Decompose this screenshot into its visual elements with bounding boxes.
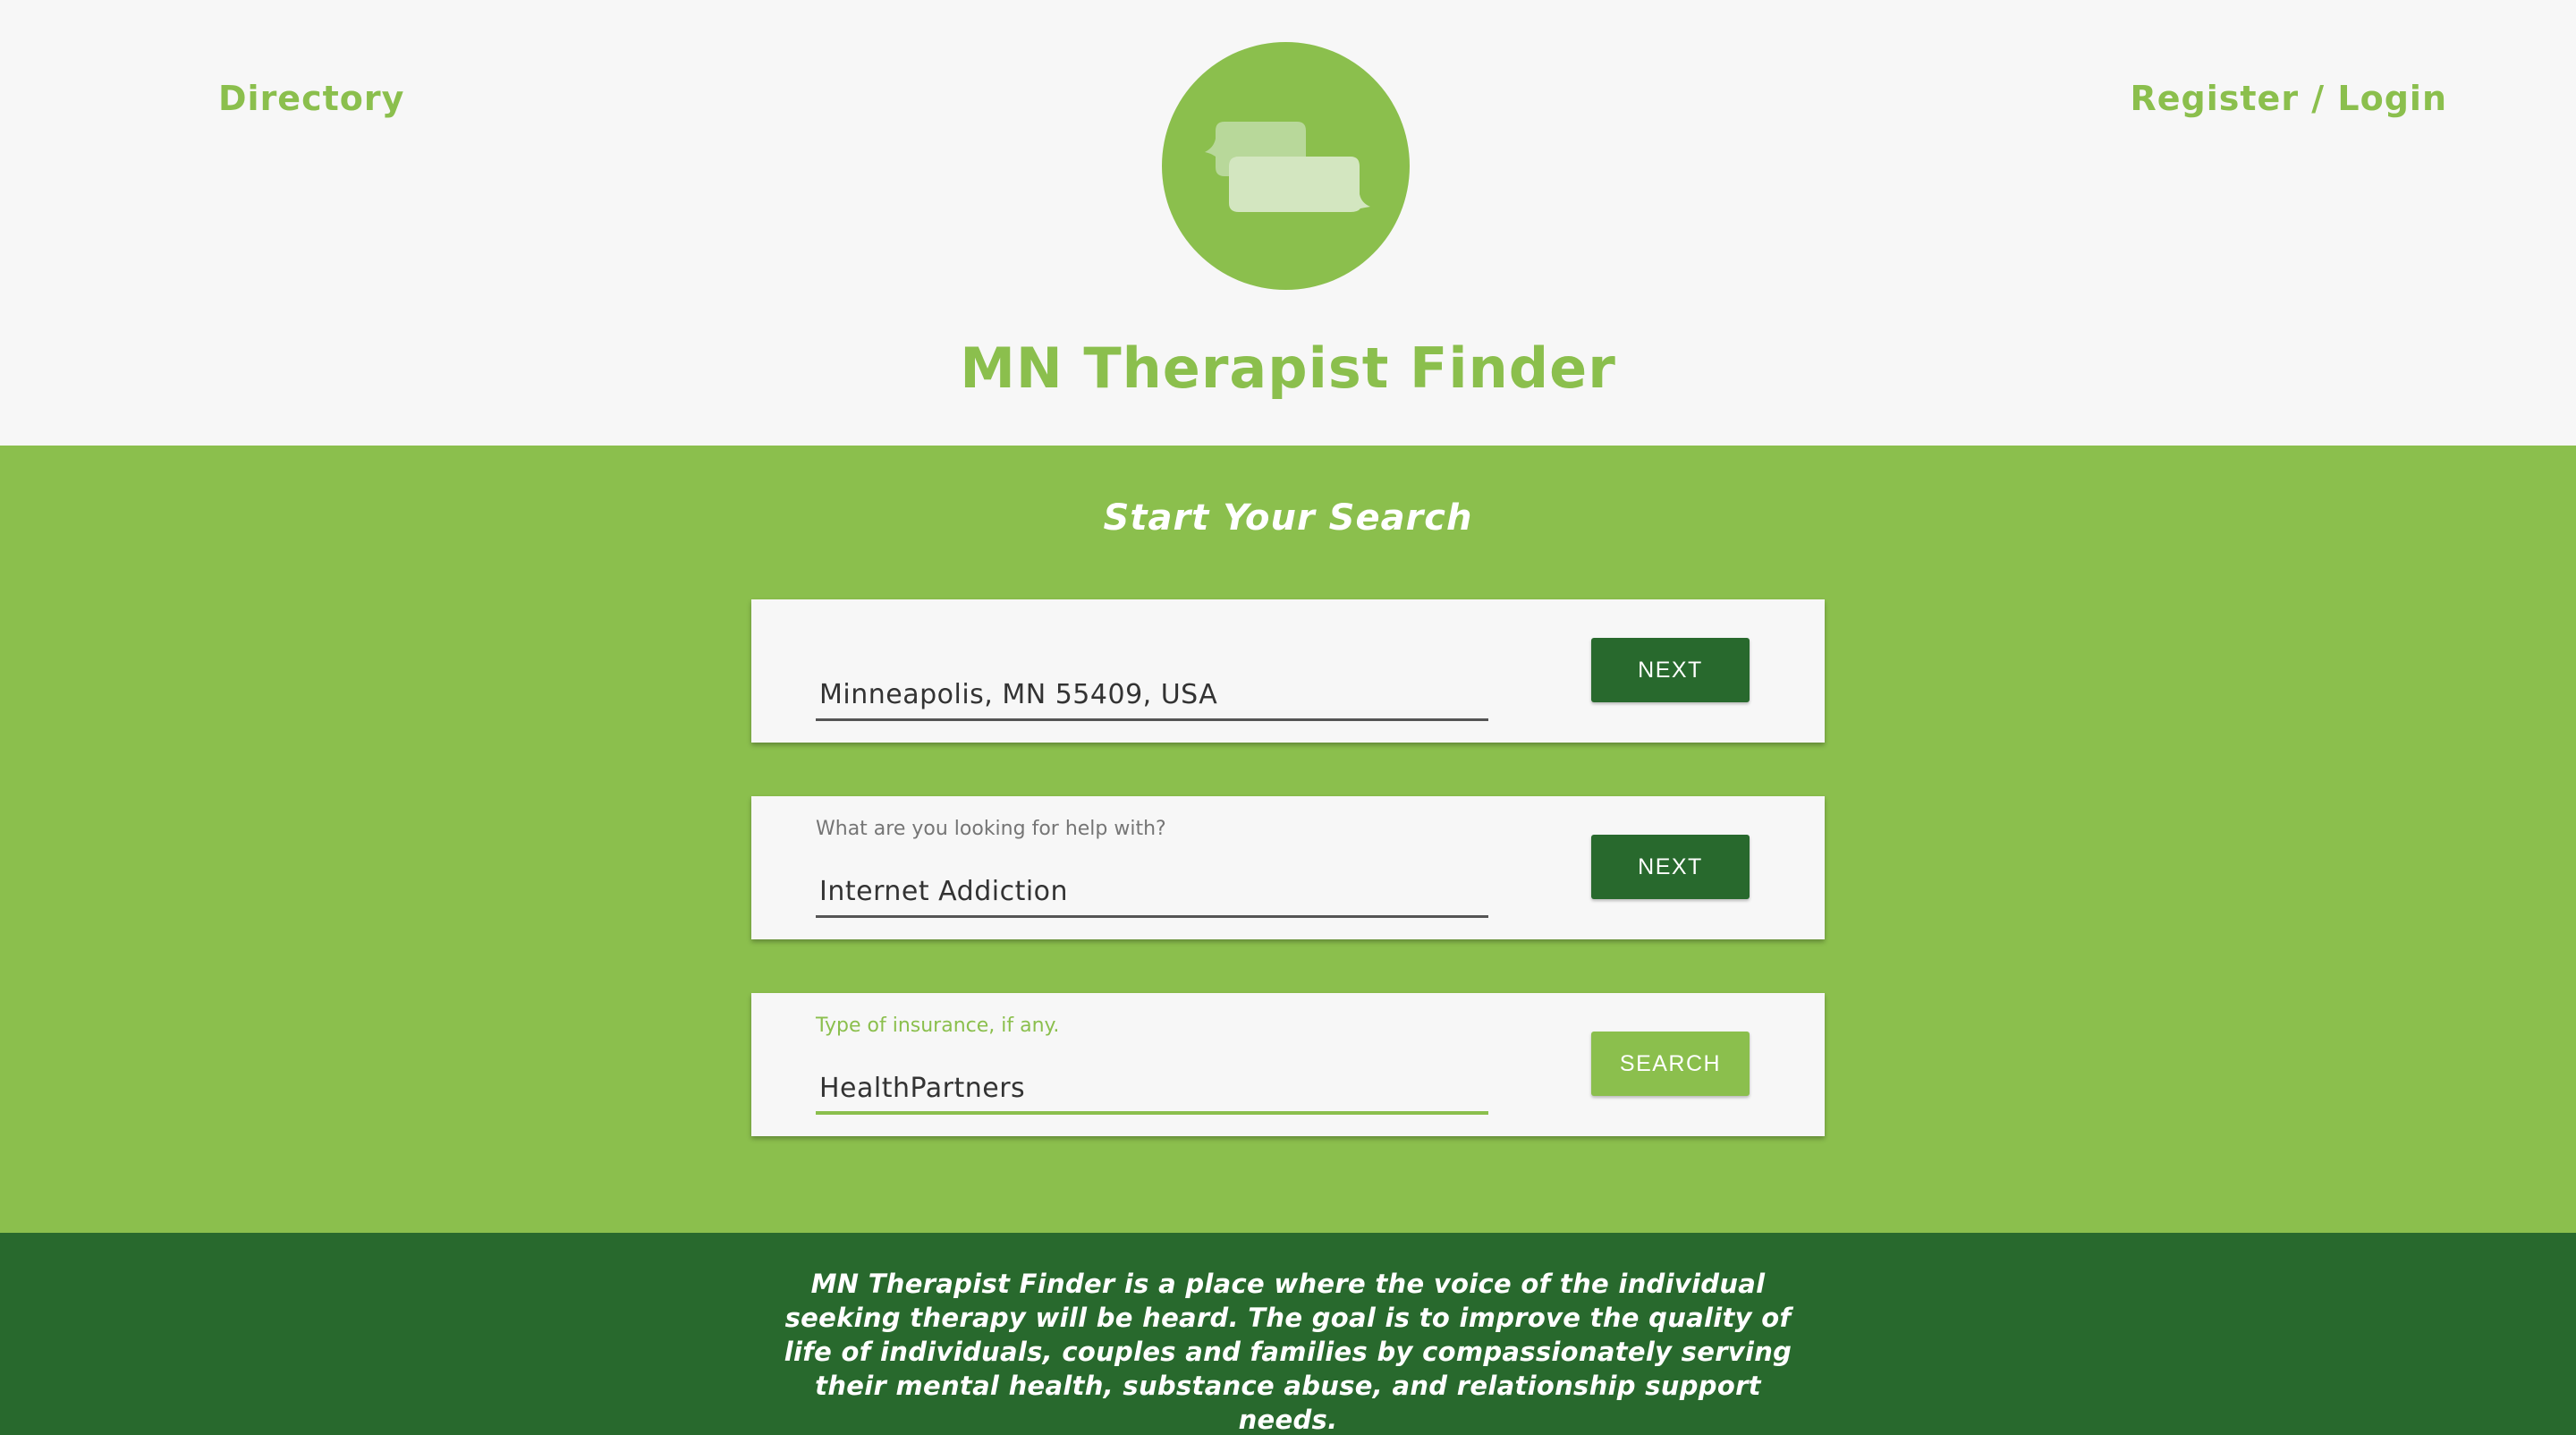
location-field[interactable]: Minneapolis, MN 55409, USA: [816, 621, 1488, 721]
location-input[interactable]: Minneapolis, MN 55409, USA: [819, 679, 1217, 710]
site-logo[interactable]: [1162, 42, 1410, 290]
help-topic-field[interactable]: What are you looking for help with? Inte…: [816, 818, 1488, 918]
location-underline: [816, 718, 1488, 721]
help-topic-card: What are you looking for help with? Inte…: [751, 796, 1825, 939]
site-footer: MN Therapist Finder is a place where the…: [0, 1233, 2576, 1435]
insurance-card: Type of insurance, if any. HealthPartner…: [751, 993, 1825, 1136]
insurance-input[interactable]: HealthPartners: [819, 1073, 1025, 1104]
location-next-button[interactable]: NEXT: [1591, 638, 1750, 702]
site-header: Directory MN Therapist Finder Register /…: [0, 0, 2576, 446]
site-title: MN Therapist Finder: [960, 335, 1616, 401]
search-heading: Start Your Search: [1103, 497, 1473, 539]
register-login-link[interactable]: Register / Login: [2131, 79, 2448, 118]
location-card: Minneapolis, MN 55409, USA NEXT: [751, 599, 1825, 743]
help-topic-underline: [816, 915, 1488, 918]
search-section: Start Your Search Minneapolis, MN 55409,…: [0, 446, 2576, 1233]
directory-link[interactable]: Directory: [218, 79, 404, 118]
mission-statement: MN Therapist Finder is a place where the…: [784, 1269, 1792, 1435]
help-topic-input[interactable]: Internet Addiction: [819, 876, 1068, 907]
chat-bubbles-icon: [1205, 122, 1370, 212]
help-topic-next-button[interactable]: NEXT: [1591, 835, 1750, 899]
search-button[interactable]: SEARCH: [1591, 1032, 1750, 1096]
insurance-underline: [816, 1111, 1488, 1115]
insurance-field[interactable]: Type of insurance, if any. HealthPartner…: [816, 1015, 1488, 1115]
help-topic-label: What are you looking for help with?: [816, 818, 1166, 840]
insurance-label: Type of insurance, if any.: [816, 1015, 1060, 1037]
